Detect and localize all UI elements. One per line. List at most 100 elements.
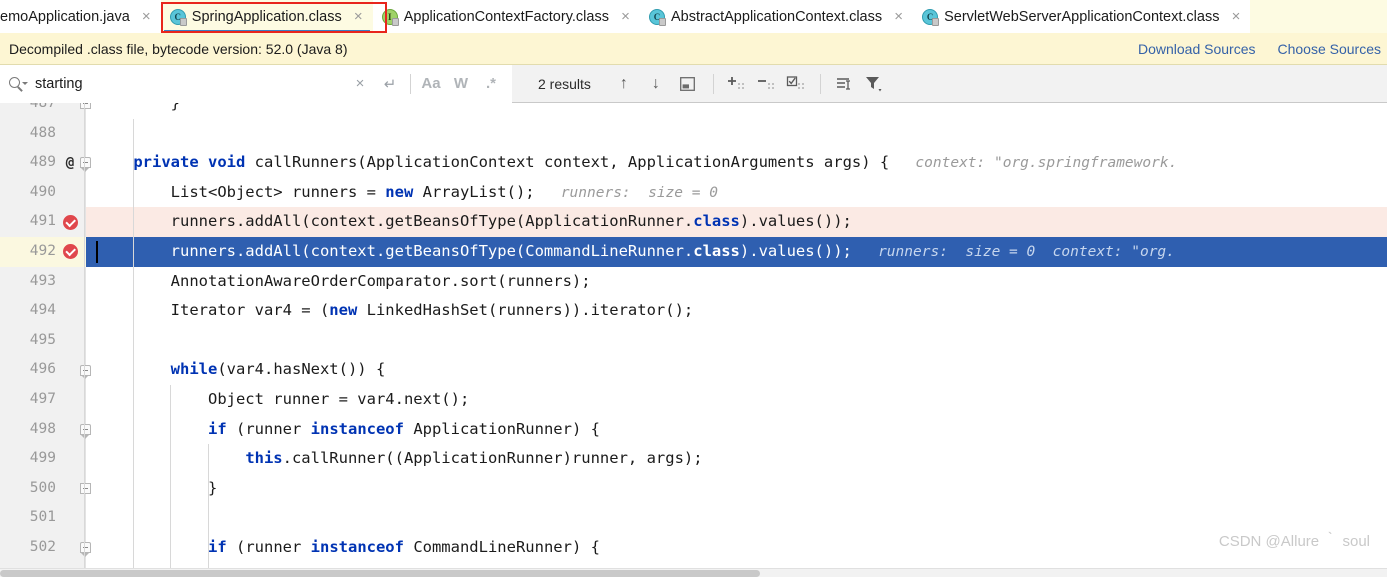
line-number: 490 (29, 183, 56, 200)
gutter-row[interactable]: 496 (0, 355, 91, 385)
remove-line-icon[interactable] (755, 72, 777, 96)
breakpoint-icon[interactable] (60, 207, 80, 237)
code-line[interactable]: runners.addAll(context.getBeansOfType(Ap… (86, 207, 1387, 237)
gutter-row[interactable]: 494 (0, 296, 86, 326)
gutter-row[interactable]: 501 (0, 503, 86, 533)
code-token: AnnotationAwareOrderComparator.sort(runn… (96, 271, 591, 290)
find-navigation-buttons: ↑ ↓ (613, 72, 699, 96)
editor-tab[interactable]: C ServletWebServerApplicationContext.clas… (913, 0, 1251, 33)
gutter-row[interactable]: 493 (0, 267, 86, 297)
gutter-row[interactable]: 495 (0, 326, 86, 356)
code-token: Iterator var4 = ( (96, 301, 330, 320)
code-line[interactable]: while(var4.hasNext()) { (86, 355, 1387, 385)
editor-tab[interactable]: C AbstractApplicationContext.class × (639, 0, 914, 33)
filter-icon[interactable] (864, 72, 886, 96)
code-line[interactable]: private void callRunners(ApplicationCont… (86, 148, 1387, 178)
code-line-text: List<Object> runners = new ArrayList(); … (86, 178, 718, 208)
line-number: 493 (29, 272, 56, 289)
add-line-icon[interactable] (725, 72, 747, 96)
indent-guide (170, 444, 172, 474)
editor-tab[interactable]: emoApplication.java × (0, 0, 161, 33)
code-token: if (207, 419, 227, 438)
indent-guide (170, 385, 172, 415)
open-in-find-window-icon[interactable] (677, 72, 699, 96)
gutter-row[interactable]: 490 (0, 178, 86, 208)
gutter-row[interactable]: 492 (0, 237, 86, 267)
code-line[interactable] (86, 503, 1387, 533)
whole-words-toggle[interactable]: W (446, 71, 476, 97)
line-number: 487 (29, 103, 56, 111)
code-editor[interactable]: 487 488 489 @490 491 492 493 494 495 496 497 498 499… (0, 103, 1387, 569)
clear-search-icon[interactable]: × (345, 70, 375, 98)
code-line[interactable]: AnnotationAwareOrderComparator.sort(runn… (86, 266, 1387, 297)
code-token: callRunners(ApplicationContext context, … (245, 153, 890, 172)
gutter-row[interactable]: 489 @ (0, 148, 91, 178)
find-next-icon[interactable]: ↓ (645, 72, 667, 96)
gutter-row[interactable]: 500 (0, 474, 91, 504)
close-tab-icon[interactable]: × (1229, 9, 1242, 24)
indent-guide (133, 355, 135, 385)
in-selection-icon[interactable] (834, 72, 856, 96)
toggle-selected-lines-icon[interactable] (785, 72, 807, 96)
editor-tab[interactable]: C SpringApplication.class × (160, 0, 373, 33)
gutter-row[interactable]: 487 (0, 103, 91, 119)
editor-tab[interactable]: I ApplicationContextFactory.class × (372, 0, 640, 33)
code-content[interactable]: } private void callRunners(ApplicationCo… (86, 103, 1387, 569)
code-line[interactable]: if (runner instanceof ApplicationRunner)… (86, 414, 1387, 445)
results-count-label: 2 results (538, 75, 591, 92)
close-tab-icon[interactable]: × (619, 9, 632, 24)
code-line[interactable]: List<Object> runners = new ArrayList(); … (86, 177, 1387, 208)
code-token: List<Object> runners = (96, 182, 386, 201)
find-input-container[interactable]: starting × ↵ Aa W .* (0, 64, 512, 103)
regex-toggle[interactable]: .* (476, 71, 506, 97)
gutter-row[interactable]: 499 (0, 444, 86, 474)
scrollbar-thumb[interactable] (0, 570, 760, 577)
choose-sources-link[interactable]: Choose Sources (1277, 41, 1381, 57)
breakpoint-icon[interactable] (60, 237, 80, 267)
code-line[interactable]: Object runner = var4.next(); (86, 385, 1387, 415)
gutter-row[interactable]: 502 (0, 533, 91, 563)
indent-guide (133, 177, 135, 208)
code-line[interactable]: Iterator var4 = (new LinkedHashSet(runne… (86, 296, 1387, 326)
code-line[interactable]: if (runner instanceof CommandLineRunner)… (86, 533, 1387, 563)
code-line-text: private void callRunners(ApplicationCont… (86, 148, 1177, 178)
line-number: 496 (29, 361, 56, 378)
match-case-toggle[interactable]: Aa (416, 71, 446, 97)
code-line[interactable]: this.callRunner((ApplicationRunner)runne… (86, 444, 1387, 474)
find-previous-icon[interactable]: ↑ (613, 72, 635, 96)
newline-icon[interactable]: ↵ (375, 70, 405, 98)
indent-guide (133, 533, 135, 563)
code-token: (var4.hasNext()) { (217, 360, 386, 379)
indent-guide (133, 503, 135, 533)
code-line-text: this.callRunner((ApplicationRunner)runne… (86, 444, 702, 474)
download-sources-link[interactable]: Download Sources (1138, 41, 1256, 57)
code-line-text: while(var4.hasNext()) { (86, 355, 386, 385)
code-token: CommandLineRunner) { (403, 538, 600, 556)
close-tab-icon[interactable]: × (892, 9, 905, 24)
code-line-text: runners.addAll(context.getBeansOfType(Co… (86, 237, 1175, 267)
code-line[interactable]: } (86, 103, 1387, 119)
horizontal-scrollbar[interactable] (0, 568, 1387, 577)
code-line[interactable]: runners.addAll(context.getBeansOfType(Co… (86, 237, 1387, 267)
line-number: 489 (29, 154, 56, 171)
code-token: ).values()); (739, 242, 852, 260)
code-token: this (245, 449, 283, 468)
editor-tab-label: emoApplication.java (0, 8, 130, 25)
fold-region-line (84, 103, 85, 569)
code-line[interactable]: } (86, 473, 1387, 504)
gutter-row[interactable]: 498 (0, 415, 91, 445)
indent-guide (170, 533, 172, 563)
code-line[interactable] (86, 118, 1387, 149)
editor-gutter[interactable]: 487 488 489 @490 491 492 493 494 495 496 497 498 499… (0, 103, 91, 569)
gutter-row[interactable]: 497 (0, 385, 86, 415)
line-number: 499 (29, 450, 56, 467)
gutter-row[interactable]: 491 (0, 207, 86, 237)
gutter-row[interactable]: 488 (0, 119, 86, 149)
override-annotation-icon[interactable]: @ (60, 148, 80, 178)
close-tab-icon[interactable]: × (352, 9, 365, 24)
close-tab-icon[interactable]: × (140, 9, 153, 24)
search-input[interactable]: starting (35, 76, 345, 92)
notification-actions: Download Sources Choose Sources (1138, 41, 1387, 57)
code-line[interactable] (86, 325, 1387, 356)
